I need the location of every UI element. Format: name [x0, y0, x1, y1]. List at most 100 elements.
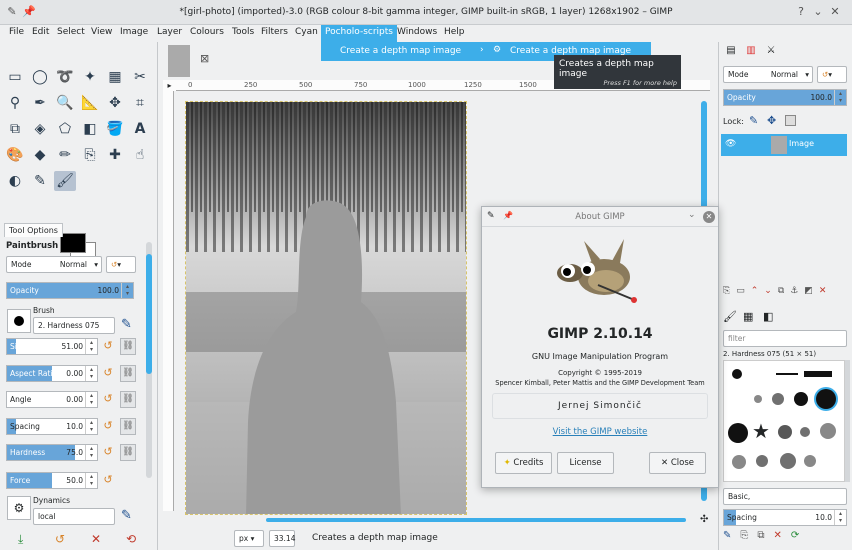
unified-transform-icon[interactable]: ⧉ — [4, 119, 26, 139]
close-dialog-icon[interactable]: ✕ — [703, 211, 715, 223]
opacity-spin[interactable]: ▴ ▾ — [121, 283, 133, 298]
menu-help[interactable]: Help — [444, 27, 465, 37]
brush-spacing-spin[interactable]: ▴ ▾ — [834, 510, 846, 525]
brush-spacing-slider[interactable]: Spacing 10.0 ▴ ▾ — [723, 509, 847, 526]
menu-edit[interactable]: Edit — [32, 27, 49, 37]
move-icon[interactable]: ✥ — [104, 93, 126, 113]
dodge-burn-icon[interactable]: ◐ — [4, 171, 26, 191]
size-spin[interactable]: ▴ ▾ — [85, 339, 97, 354]
spacing-slider[interactable]: Spacing 10.0 ▴ ▾ — [6, 418, 98, 435]
menu-pocholo-scripts[interactable]: Pocholo-scripts — [321, 25, 397, 42]
brush-item[interactable] — [804, 455, 816, 467]
navigate-icon[interactable]: ✣ — [700, 514, 708, 525]
edit-dynamics-icon[interactable]: ✎ — [121, 508, 132, 523]
lock-pixels-icon[interactable]: ✎ — [749, 114, 758, 127]
angle-reset-icon[interactable]: ↺ — [101, 391, 115, 407]
menu-cyan[interactable]: Cyan — [295, 27, 318, 37]
flip-icon[interactable]: ◧ — [79, 119, 101, 139]
close-image-icon[interactable]: ⊠ — [200, 52, 209, 65]
clone-icon[interactable]: ⎘ — [79, 145, 101, 165]
brush-item[interactable] — [728, 423, 748, 443]
menu-view[interactable]: View — [91, 27, 112, 37]
fuzzy-select-icon[interactable]: ✦ — [79, 67, 101, 87]
brush-select[interactable]: 2. Hardness 075 — [33, 317, 115, 334]
duplicate-layer-icon[interactable]: ⧉ — [778, 286, 790, 296]
eye-icon[interactable]: 👁 — [725, 139, 736, 149]
menu-colours[interactable]: Colours — [190, 27, 224, 37]
mode-select[interactable]: Mode Normal ▾ — [6, 256, 102, 273]
vertical-ruler[interactable] — [163, 91, 174, 511]
restore-options-icon[interactable]: ↺ — [55, 532, 65, 546]
brush-item[interactable] — [820, 423, 836, 439]
menu-file[interactable]: File — [9, 27, 24, 37]
gimp-website-link[interactable]: Visit the GIMP website — [482, 427, 718, 437]
reset-options-icon[interactable]: ⟲ — [126, 532, 136, 546]
angle-link-icon[interactable]: ⛓ — [120, 391, 136, 408]
gradient-icon[interactable]: 🎨 — [4, 145, 26, 165]
raise-layer-icon[interactable]: ⌃ — [751, 286, 765, 296]
brush-filter-input[interactable]: filter — [723, 330, 847, 347]
anchor-layer-icon[interactable]: ⚓ — [790, 286, 804, 296]
ink-icon[interactable]: ✎ — [29, 171, 51, 191]
paths-icon[interactable]: ✒ — [29, 93, 51, 113]
patterns-tab-icon[interactable]: ▦ — [743, 310, 753, 323]
tool-options-scroll-thumb[interactable] — [146, 254, 152, 374]
delete-options-icon[interactable]: ✕ — [91, 532, 101, 546]
brush-item[interactable] — [732, 369, 742, 379]
crop-icon[interactable]: ⌗ — [129, 93, 151, 113]
duplicate-brush-icon[interactable]: ⧉ — [757, 530, 773, 541]
horizontal-scroll-thumb[interactable] — [266, 518, 686, 522]
brush-item[interactable] — [780, 453, 796, 469]
paintbrush-icon[interactable]: 🖌 — [54, 171, 76, 191]
brush-star[interactable]: ★ — [752, 419, 770, 443]
image-canvas[interactable] — [185, 101, 467, 515]
menu-windows[interactable]: Windows — [397, 27, 437, 37]
edit-brush-dock-icon[interactable]: ✎ — [723, 530, 740, 541]
aspect-reset-icon[interactable]: ↺ — [101, 365, 115, 381]
lower-layer-icon[interactable]: ⌄ — [764, 286, 778, 296]
layer-mode-reset[interactable]: ↺▾ — [817, 66, 847, 83]
quick-mask-corner[interactable]: ▸ — [163, 80, 176, 91]
aspect-link-icon[interactable]: ⛓ — [120, 365, 136, 382]
unit-select[interactable]: px ▾ — [234, 530, 264, 547]
brush-item-selected[interactable] — [816, 389, 836, 409]
opacity-slider[interactable]: Opacity 100.0 ▴ ▾ — [6, 282, 134, 299]
aspect-ratio-slider[interactable]: Aspect Ratio 0.00 ▴ ▾ — [6, 365, 98, 382]
brush-item[interactable] — [776, 373, 798, 375]
hardness-slider[interactable]: Hardness 75.0 ▴ ▾ — [6, 444, 98, 461]
new-layer-icon[interactable]: ⎘ — [723, 286, 736, 296]
spacing-reset-icon[interactable]: ↺ — [101, 418, 115, 434]
delete-brush-icon[interactable]: ✕ — [774, 530, 791, 541]
brush-item[interactable] — [800, 427, 810, 437]
brush-preview[interactable] — [7, 309, 31, 333]
text-tool-icon[interactable]: A — [129, 119, 151, 139]
scissors-icon[interactable]: ✂ — [129, 67, 151, 87]
minimize-icon[interactable]: ⌄ — [811, 5, 825, 19]
lock-alpha-icon[interactable] — [785, 115, 796, 126]
help-icon[interactable]: ? — [794, 5, 808, 19]
layer-mode-select[interactable]: Mode Normal ▾ — [723, 66, 813, 83]
size-slider[interactable]: Size 51.00 ▴ ▾ — [6, 338, 98, 355]
new-group-icon[interactable]: ▭ — [736, 286, 751, 296]
brush-item[interactable] — [754, 395, 762, 403]
bucket-fill-icon[interactable]: 🪣 — [104, 119, 126, 139]
layer-opacity-slider[interactable]: Opacity 100.0 ▴ ▾ — [723, 89, 847, 106]
brush-grid[interactable]: ★ — [723, 360, 845, 482]
hardness-spin[interactable]: ▴ ▾ — [85, 445, 97, 460]
lock-position-icon[interactable]: ✥ — [767, 114, 776, 127]
select-by-color-icon[interactable]: ▦ — [104, 67, 126, 87]
force-reset-icon[interactable]: ↺ — [101, 472, 115, 488]
hardness-reset-icon[interactable]: ↺ — [101, 444, 115, 460]
smudge-icon[interactable]: ☝ — [129, 145, 151, 165]
layers-tab-icon[interactable]: ▤ — [723, 45, 739, 59]
rect-select-icon[interactable]: ▭ — [4, 67, 26, 87]
save-options-icon[interactable]: ⤓ — [18, 532, 23, 547]
size-link-icon[interactable]: ⛓ — [120, 338, 136, 355]
angle-slider[interactable]: Angle 0.00 ▴ ▾ — [6, 391, 98, 408]
force-slider[interactable]: Force 50.0 ▴ ▾ — [6, 472, 98, 489]
force-spin[interactable]: ▴ ▾ — [85, 473, 97, 488]
refresh-brushes-icon[interactable]: ⟳ — [791, 530, 808, 541]
brushes-tab-icon[interactable]: 🖌 — [723, 310, 737, 323]
close-button[interactable]: ✕ Close — [649, 452, 706, 474]
license-button[interactable]: License — [557, 452, 614, 474]
